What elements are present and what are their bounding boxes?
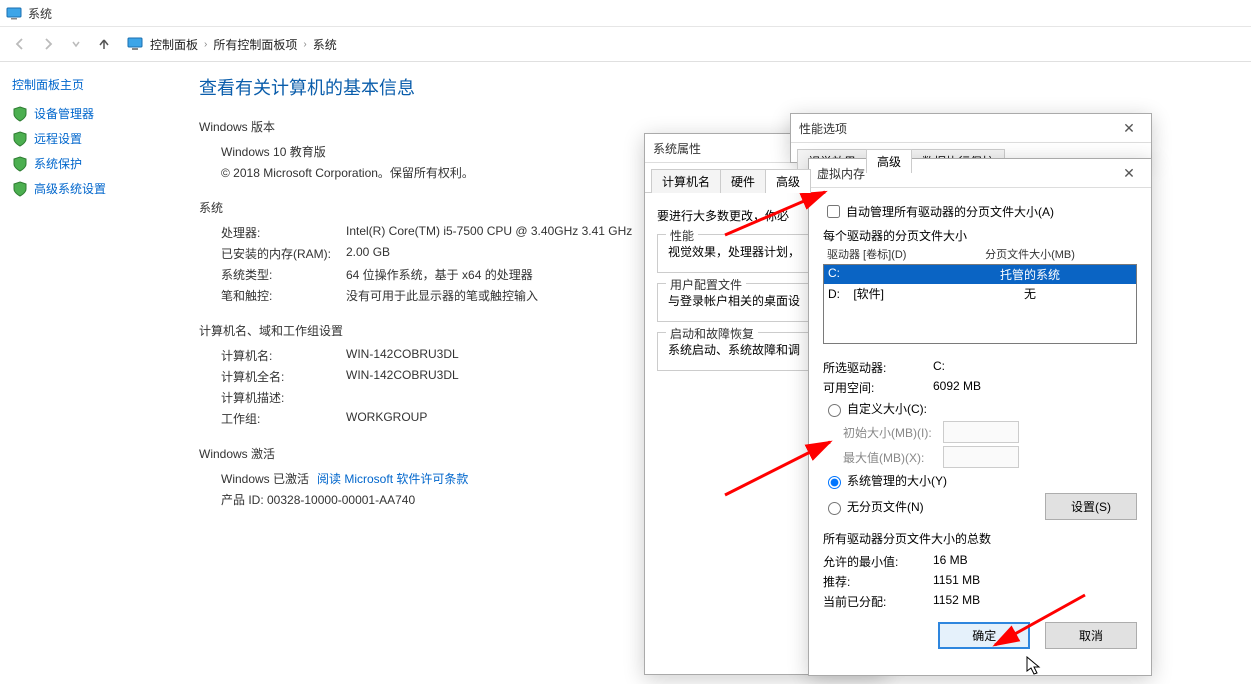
radio-system-managed[interactable]: 系统管理的大小(Y) bbox=[823, 472, 1137, 489]
sidebar-item-remote-settings[interactable]: 远程设置 bbox=[12, 130, 177, 147]
breadcrumb-item[interactable]: 所有控制面板项 bbox=[213, 36, 297, 53]
pc-icon bbox=[126, 35, 144, 53]
windows-edition: Windows 10 教育版 bbox=[221, 143, 326, 160]
label-cname: 计算机名: bbox=[221, 347, 346, 364]
activation-status: Windows 已激活 bbox=[221, 470, 309, 487]
window-title: 系统 bbox=[28, 5, 52, 22]
value-workgroup: WORKGROUP bbox=[346, 410, 427, 427]
auto-manage-checkbox-input[interactable] bbox=[827, 205, 840, 218]
cancel-button[interactable]: 取消 bbox=[1045, 622, 1137, 649]
tab-hardware[interactable]: 硬件 bbox=[720, 169, 766, 193]
back-button[interactable] bbox=[8, 32, 32, 56]
sidebar-item-system-protection[interactable]: 系统保护 bbox=[12, 155, 177, 172]
label-current: 当前已分配: bbox=[823, 593, 933, 610]
dialog-title: 性能选项 bbox=[799, 120, 847, 137]
window-titlebar: 系统 bbox=[0, 0, 1251, 27]
breadcrumb-item[interactable]: 系统 bbox=[313, 36, 337, 53]
address-bar: 控制面板 › 所有控制面板项 › 系统 bbox=[0, 27, 1251, 62]
value-avail-space: 6092 MB bbox=[933, 379, 981, 396]
label-max-size: 最大值(MB)(X): bbox=[843, 449, 943, 466]
sidebar-item-label: 系统保护 bbox=[34, 155, 82, 172]
ok-button[interactable]: 确定 bbox=[938, 622, 1030, 649]
label-systype: 系统类型: bbox=[221, 266, 346, 283]
label-cfullname: 计算机全名: bbox=[221, 368, 346, 385]
per-drive-heading: 每个驱动器的分页文件大小 bbox=[823, 227, 1137, 244]
value-selected-drive: C: bbox=[933, 359, 945, 376]
tab-advanced[interactable]: 高级 bbox=[765, 169, 811, 193]
shield-icon bbox=[12, 156, 28, 172]
sidebar-item-advanced-settings[interactable]: 高级系统设置 bbox=[12, 180, 177, 197]
dialog-titlebar[interactable]: 虚拟内存 ✕ bbox=[809, 159, 1151, 188]
dialog-title: 系统属性 bbox=[653, 140, 701, 157]
label-ram: 已安装的内存(RAM): bbox=[221, 245, 346, 262]
chevron-right-icon: › bbox=[303, 39, 306, 50]
virtual-memory-dialog: 虚拟内存 ✕ 自动管理所有驱动器的分页文件大小(A) 每个驱动器的分页文件大小 … bbox=[808, 158, 1152, 676]
label-initial-size: 初始大小(MB)(I): bbox=[843, 424, 943, 441]
up-button[interactable] bbox=[92, 32, 116, 56]
tab-advanced[interactable]: 高级 bbox=[866, 149, 912, 173]
windows-copyright: © 2018 Microsoft Corporation。保留所有权利。 bbox=[221, 164, 474, 181]
sidebar-item-label: 设备管理器 bbox=[34, 105, 94, 122]
label-recommended: 推荐: bbox=[823, 573, 933, 590]
drive-row-c[interactable]: C: 托管的系统 bbox=[824, 265, 1136, 284]
set-button[interactable]: 设置(S) bbox=[1045, 493, 1137, 520]
chevron-right-icon: › bbox=[204, 39, 207, 50]
sidebar: 控制面板主页 设备管理器 远程设置 系统保护 高级系统设置 bbox=[0, 62, 189, 524]
history-dropdown-icon[interactable] bbox=[64, 32, 88, 56]
value-pen: 没有可用于此显示器的笔或触控输入 bbox=[346, 287, 538, 304]
forward-button[interactable] bbox=[36, 32, 60, 56]
value-min: 16 MB bbox=[933, 553, 968, 570]
breadcrumb-item[interactable]: 控制面板 bbox=[150, 36, 198, 53]
label-workgroup: 工作组: bbox=[221, 410, 346, 427]
value-current: 1152 MB bbox=[933, 593, 980, 610]
product-id: 产品 ID: 00328-10000-00001-AA740 bbox=[221, 491, 415, 508]
control-panel-home-link[interactable]: 控制面板主页 bbox=[12, 76, 177, 93]
label-cdesc: 计算机描述: bbox=[221, 389, 346, 406]
totals-heading: 所有驱动器分页文件大小的总数 bbox=[823, 530, 1137, 547]
value-processor: Intel(R) Core(TM) i5-7500 CPU @ 3.40GHz … bbox=[346, 224, 632, 241]
sidebar-item-device-manager[interactable]: 设备管理器 bbox=[12, 105, 177, 122]
auto-manage-label: 自动管理所有驱动器的分页文件大小(A) bbox=[846, 203, 1054, 220]
shield-icon bbox=[12, 131, 28, 147]
radio-custom-size[interactable]: 自定义大小(C): bbox=[823, 400, 1137, 417]
label-pen: 笔和触控: bbox=[221, 287, 346, 304]
initial-size-input bbox=[943, 421, 1019, 443]
value-cfullname: WIN-142COBRU3DL bbox=[346, 368, 459, 385]
shield-icon bbox=[12, 181, 28, 197]
max-size-input bbox=[943, 446, 1019, 468]
value-ram: 2.00 GB bbox=[346, 245, 390, 262]
sidebar-item-label: 远程设置 bbox=[34, 130, 82, 147]
col-drive: 驱动器 [卷标](D) bbox=[827, 246, 927, 262]
group-startup: 启动和故障恢复 bbox=[666, 325, 758, 342]
license-terms-link[interactable]: 阅读 Microsoft 软件许可条款 bbox=[317, 470, 468, 487]
performance-options-dialog: 性能选项 ✕ 视觉效果 高级 数据执行保护 bbox=[790, 113, 1152, 163]
tab-computer-name[interactable]: 计算机名 bbox=[651, 169, 721, 193]
drive-row-d[interactable]: D: [软件] 无 bbox=[824, 284, 1136, 303]
close-icon[interactable]: ✕ bbox=[1115, 163, 1143, 183]
label-selected-drive: 所选驱动器: bbox=[823, 359, 933, 376]
value-recommended: 1151 MB bbox=[933, 573, 980, 590]
col-size: 分页文件大小(MB) bbox=[927, 246, 1133, 262]
auto-manage-checkbox[interactable]: 自动管理所有驱动器的分页文件大小(A) bbox=[823, 202, 1137, 221]
dialog-titlebar[interactable]: 性能选项 ✕ bbox=[791, 114, 1151, 143]
label-avail-space: 可用空间: bbox=[823, 379, 933, 396]
label-min: 允许的最小值: bbox=[823, 553, 933, 570]
radio-no-paging[interactable]: 无分页文件(N) bbox=[823, 498, 924, 515]
close-icon[interactable]: ✕ bbox=[1115, 118, 1143, 138]
value-cname: WIN-142COBRU3DL bbox=[346, 347, 459, 364]
drive-list[interactable]: C: 托管的系统 D: [软件] 无 bbox=[823, 264, 1137, 344]
system-icon bbox=[6, 5, 22, 21]
sidebar-item-label: 高级系统设置 bbox=[34, 180, 106, 197]
group-userprofile: 用户配置文件 bbox=[666, 276, 746, 293]
value-systype: 64 位操作系统，基于 x64 的处理器 bbox=[346, 266, 533, 283]
page-title: 查看有关计算机的基本信息 bbox=[199, 74, 1241, 100]
label-processor: 处理器: bbox=[221, 224, 346, 241]
group-performance: 性能 bbox=[666, 227, 698, 244]
dialog-title: 虚拟内存 bbox=[817, 165, 865, 182]
shield-icon bbox=[12, 106, 28, 122]
